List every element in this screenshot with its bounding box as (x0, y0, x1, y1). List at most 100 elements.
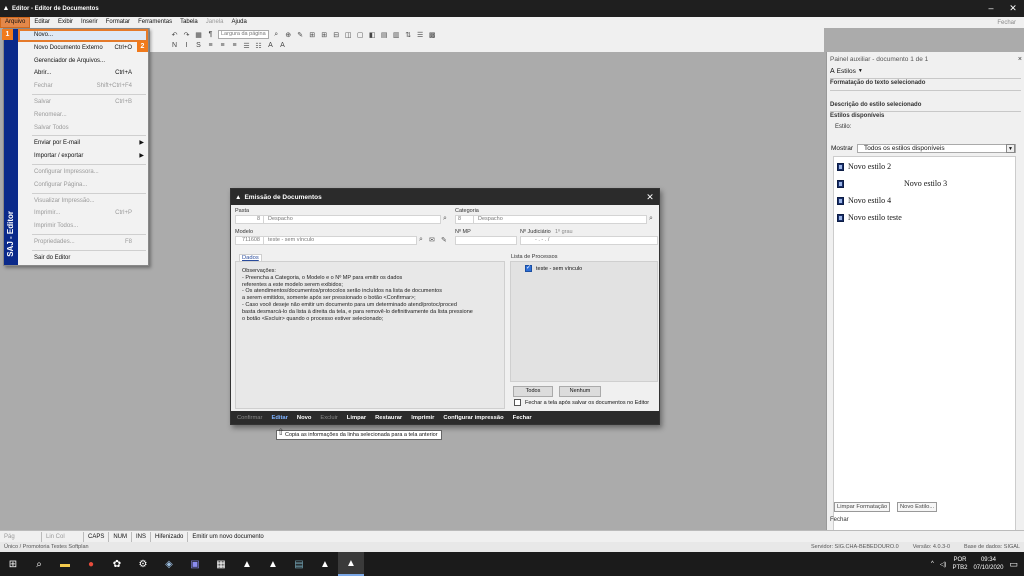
menu-item-novo[interactable]: Novo... (18, 29, 148, 42)
modelo-field[interactable]: 711608 teste - sem vínculo (235, 236, 417, 245)
menu-item-novo-externo[interactable]: Novo Documento Externo Ctrl+O (18, 42, 148, 55)
volume-icon[interactable]: ◁) (940, 561, 947, 568)
document-icon[interactable]: ▤ (286, 552, 312, 576)
confirm-button[interactable]: Confirmar (237, 415, 262, 421)
app-icon-4[interactable]: ▦ (208, 552, 234, 576)
undo-icon[interactable]: ↶ (170, 30, 179, 39)
categoria-field[interactable]: 8 Despacho (455, 215, 647, 224)
new-button[interactable]: Novo (297, 415, 312, 421)
menu-arquivo[interactable]: Arquivo (0, 17, 31, 28)
menu-item-salvar[interactable]: Salvar Ctrl+B (18, 96, 148, 109)
panel-close-icon[interactable]: × (1018, 56, 1022, 63)
bold-icon[interactable]: N (170, 41, 179, 50)
print-setup-button[interactable]: Configurar impressão (443, 415, 503, 421)
menu-item-abrir[interactable]: Abrir... Ctrl+A (18, 67, 148, 80)
draw-icon[interactable]: ✎ (296, 30, 305, 39)
insert-col-icon[interactable]: ⊟ (332, 30, 341, 39)
keyboard-layout[interactable]: POR PTB2 (952, 556, 967, 572)
nmp-field[interactable] (455, 236, 517, 245)
select-none-button[interactable]: Nenhum (559, 386, 601, 397)
italic-icon[interactable]: I (182, 41, 191, 50)
menu-item-enviar-email[interactable]: Enviar por E-mail ▶ (18, 137, 148, 150)
menu-item-salvar-todos[interactable]: Salvar Todos (18, 122, 148, 135)
saj-editor-taskbar-icon[interactable]: ▲ (338, 552, 364, 576)
menu-item-importar-exportar[interactable]: Importar / exportar ▶ (18, 150, 148, 163)
zoom-icon[interactable]: ⊕ (284, 30, 293, 39)
dialog-close-icon[interactable]: ✕ (641, 192, 659, 203)
style-item[interactable]: Novo estilo teste (837, 211, 902, 224)
justify-icon[interactable]: ≡ (230, 41, 239, 50)
categoria-search-icon[interactable]: ⌕ (649, 215, 653, 223)
notification-icon[interactable]: ▭ (1009, 559, 1018, 570)
app-icon-2[interactable]: ⚙ (130, 552, 156, 576)
style-item[interactable]: Novo estilo 4 (837, 194, 891, 207)
process-list-item[interactable]: teste - sem vínculo (525, 264, 582, 272)
saj-icon-1[interactable]: ▲ (234, 552, 260, 576)
shade-icon[interactable]: ▩ (428, 30, 437, 39)
merge-icon[interactable]: ◫ (344, 30, 353, 39)
new-style-button[interactable]: Novo Estilo... (897, 502, 938, 512)
tray-chevron-icon[interactable]: ^ (931, 561, 934, 567)
grid-icon[interactable]: ⊞ (308, 30, 317, 39)
njud-field[interactable]: - . - . / (520, 236, 658, 245)
close-window-button[interactable]: ✕ (1002, 3, 1024, 14)
underline-icon[interactable]: S (194, 41, 203, 50)
edit-button[interactable]: Editar (271, 415, 287, 421)
menu-ajuda[interactable]: Ajuda (227, 17, 250, 28)
menu-tabela[interactable]: Tabela (176, 17, 202, 28)
zoom-combo[interactable]: Largura da página (218, 30, 269, 39)
show-filter-select[interactable]: Todos os estilos disponíveis ▼ (857, 143, 1016, 153)
cols-icon[interactable]: ▥ (392, 30, 401, 39)
styles-tab[interactable]: Estilos (837, 68, 856, 75)
restore-button[interactable]: Restaurar (375, 415, 402, 421)
menu-item-config-pagina[interactable]: Configurar Página... (18, 179, 148, 192)
find-icon[interactable]: ⌕ (272, 30, 281, 39)
clear-button[interactable]: Limpar (347, 415, 366, 421)
menu-item-config-impressora[interactable]: Configurar Impressora... (18, 166, 148, 179)
modelo-edit-icon[interactable]: ✎ (441, 236, 447, 244)
close-document-link[interactable]: Fechar (997, 20, 1024, 26)
chevron-down-icon[interactable]: ▼ (1006, 143, 1015, 153)
close-dialog-button[interactable]: Fechar (513, 415, 532, 421)
delete-button[interactable]: Excluir (320, 415, 337, 421)
menu-item-renomear[interactable]: Renomear... (18, 109, 148, 122)
split-icon[interactable]: ◧ (368, 30, 377, 39)
sort-icon[interactable]: ⇅ (404, 30, 413, 39)
menu-item-gerenciador[interactable]: Gerenciador de Arquivos... (18, 55, 148, 68)
menu-janela[interactable]: Janela (202, 17, 228, 28)
menu-item-visualizar-impressao[interactable]: Visualizar Impressão... (18, 195, 148, 208)
menu-editar[interactable]: Editar (30, 17, 54, 28)
align-left-icon[interactable]: ≡ (206, 41, 215, 50)
menu-inserir[interactable]: Inserir (77, 17, 102, 28)
print-button[interactable]: Imprimir (411, 415, 434, 421)
app-icon-5[interactable]: ▲ (312, 552, 338, 576)
table-icon[interactable]: ▦ (194, 30, 203, 39)
chevron-down-icon[interactable]: ▼ (858, 68, 863, 74)
minimize-button[interactable]: – (980, 3, 1002, 14)
panel-close-link[interactable]: Fechar (830, 517, 849, 523)
menu-item-imprimir-todos[interactable]: Imprimir Todos... (18, 220, 148, 233)
saj-icon-2[interactable]: ▲ (260, 552, 286, 576)
app-icon-3[interactable]: ◈ (156, 552, 182, 576)
menu-item-sair[interactable]: Sair do Editor (18, 252, 148, 265)
style-item[interactable]: Novo estilo 2 (837, 160, 891, 173)
pasta-search-icon[interactable]: ⌕ (443, 215, 447, 223)
menu-item-propriedades[interactable]: Propriedades... F8 (18, 236, 148, 249)
clock[interactable]: 09:34 07/10/2020 (973, 556, 1003, 572)
clear-format-button[interactable]: Limpar Formatação (834, 502, 891, 512)
align-icon[interactable]: ☰ (416, 30, 425, 39)
search-icon[interactable]: ⌕ (26, 552, 52, 576)
tab-dados[interactable]: Dados (239, 254, 262, 261)
redo-icon[interactable]: ↷ (182, 30, 191, 39)
highlight-icon[interactable]: A (278, 41, 287, 50)
border-icon[interactable]: ▢ (356, 30, 365, 39)
modelo-comment-icon[interactable]: ✉ (429, 236, 435, 244)
numbering-icon[interactable]: ☷ (254, 41, 263, 50)
file-explorer-icon[interactable]: ▬ (52, 552, 78, 576)
align-center-icon[interactable]: ≡ (218, 41, 227, 50)
style-item[interactable]: Novo estilo 3 (837, 177, 947, 190)
font-color-icon[interactable]: A (266, 41, 275, 50)
process-checkbox[interactable] (525, 264, 532, 272)
menu-ferramentas[interactable]: Ferramentas (134, 17, 176, 28)
teams-icon[interactable]: ▣ (182, 552, 208, 576)
